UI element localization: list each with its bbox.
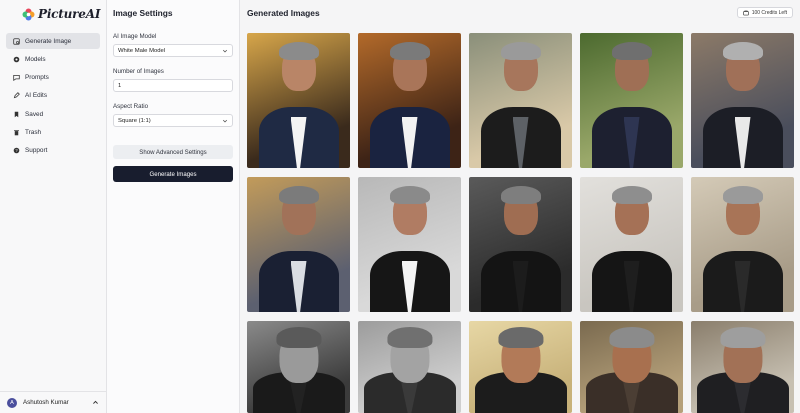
sidebar-item-ai-edits[interactable]: AI Edits	[6, 88, 100, 104]
portrait-hair	[611, 41, 652, 60]
generated-image-tile[interactable]	[580, 177, 683, 312]
sidebar-item-saved[interactable]: Saved	[6, 106, 100, 122]
portrait-hair	[278, 185, 319, 204]
model-select-value: White Male Model	[118, 47, 166, 54]
generated-image-tile[interactable]	[691, 33, 794, 168]
sidebar-item-label: Generate Image	[25, 37, 72, 45]
trash-icon	[13, 129, 20, 136]
sidebar-item-label: Saved	[25, 110, 44, 118]
generate-images-button[interactable]: Generate Images	[113, 166, 233, 182]
generated-image-tile[interactable]	[580, 321, 683, 413]
chevron-up-icon	[93, 400, 98, 404]
chevron-down-icon	[222, 119, 228, 123]
credits-badge: 100 Credits Left	[736, 7, 793, 18]
sidebar-item-label: Support	[25, 147, 48, 155]
portrait-hair	[500, 185, 541, 204]
logo-mark-icon	[22, 8, 35, 21]
support-icon: ?	[13, 147, 20, 154]
generated-image-tile[interactable]	[469, 321, 572, 413]
sidebar-item-label: Trash	[25, 128, 42, 136]
image-settings-panel: Image Settings AI Image Model White Male…	[107, 0, 240, 413]
generated-image-tile[interactable]	[247, 321, 350, 413]
user-menu[interactable]: A Ashutosh Kumar	[0, 391, 107, 413]
chevron-down-icon	[222, 49, 228, 53]
portrait-hair	[611, 185, 652, 204]
bookmark-icon	[13, 111, 20, 118]
sidebar-item-generate-image[interactable]: Generate Image	[6, 33, 100, 49]
credits-icon	[742, 10, 749, 15]
portrait-hair	[719, 327, 766, 349]
sidebar-item-prompts[interactable]: Prompts	[6, 70, 100, 86]
sidebar: PictureAI Generate Image Models Prompts …	[0, 0, 107, 413]
generated-image-tile[interactable]	[580, 33, 683, 168]
sidebar-item-label: Prompts	[25, 74, 49, 82]
aspect-ratio-value: Square (1:1)	[118, 117, 151, 124]
sidebar-nav: Generate Image Models Prompts AI Edits S…	[6, 33, 100, 161]
generated-image-tile[interactable]	[358, 177, 461, 312]
portrait-hair	[275, 327, 322, 349]
app-logo[interactable]: PictureAI	[22, 6, 100, 22]
sidebar-item-models[interactable]: Models	[6, 51, 100, 67]
avatar: A	[7, 397, 17, 408]
sidebar-item-label: Models	[25, 55, 46, 63]
advanced-settings-button[interactable]: Show Advanced Settings	[113, 145, 233, 159]
aspect-ratio-select[interactable]: Square (1:1)	[113, 114, 233, 127]
generated-image-tile[interactable]	[247, 177, 350, 312]
portrait-hair	[722, 41, 763, 60]
sidebar-item-support[interactable]: ? Support	[6, 143, 100, 159]
generated-image-tile[interactable]	[469, 177, 572, 312]
generated-image-tile[interactable]	[358, 321, 461, 413]
generated-image-tile[interactable]	[247, 33, 350, 168]
edit-icon	[13, 92, 20, 99]
user-name: Ashutosh Kumar	[23, 399, 69, 406]
sidebar-item-label: AI Edits	[25, 92, 48, 100]
model-label: AI Image Model	[113, 33, 157, 40]
sidebar-item-trash[interactable]: Trash	[6, 124, 100, 140]
portrait-hair	[386, 327, 433, 349]
portrait-hair	[389, 41, 430, 60]
logo-text: PictureAI	[38, 7, 101, 21]
generated-image-tile[interactable]	[691, 177, 794, 312]
ratio-label: Aspect Ratio	[113, 103, 149, 110]
settings-title: Image Settings	[113, 8, 173, 18]
generated-image-tile[interactable]	[358, 33, 461, 168]
portrait-hair	[608, 327, 655, 349]
portrait-hair	[497, 327, 544, 349]
portrait-hair	[278, 41, 319, 60]
generated-image-tile[interactable]	[691, 321, 794, 413]
generated-images-area: Generated Images 100 Credits Left	[240, 0, 800, 413]
portrait-hair	[500, 41, 541, 60]
portrait-hair	[722, 185, 763, 204]
prompts-icon	[13, 74, 20, 82]
portrait-hair	[389, 185, 430, 204]
image-count-value: 1	[118, 82, 122, 89]
generated-image-tile[interactable]	[469, 33, 572, 168]
image-count-input[interactable]: 1	[113, 79, 233, 92]
page-title: Generated Images	[247, 8, 320, 18]
credits-text: 100 Credits Left	[751, 9, 787, 16]
model-select[interactable]: White Male Model	[113, 44, 233, 57]
models-icon	[13, 56, 20, 63]
sparkle-icon	[13, 37, 20, 45]
count-label: Number of Images	[113, 68, 164, 75]
